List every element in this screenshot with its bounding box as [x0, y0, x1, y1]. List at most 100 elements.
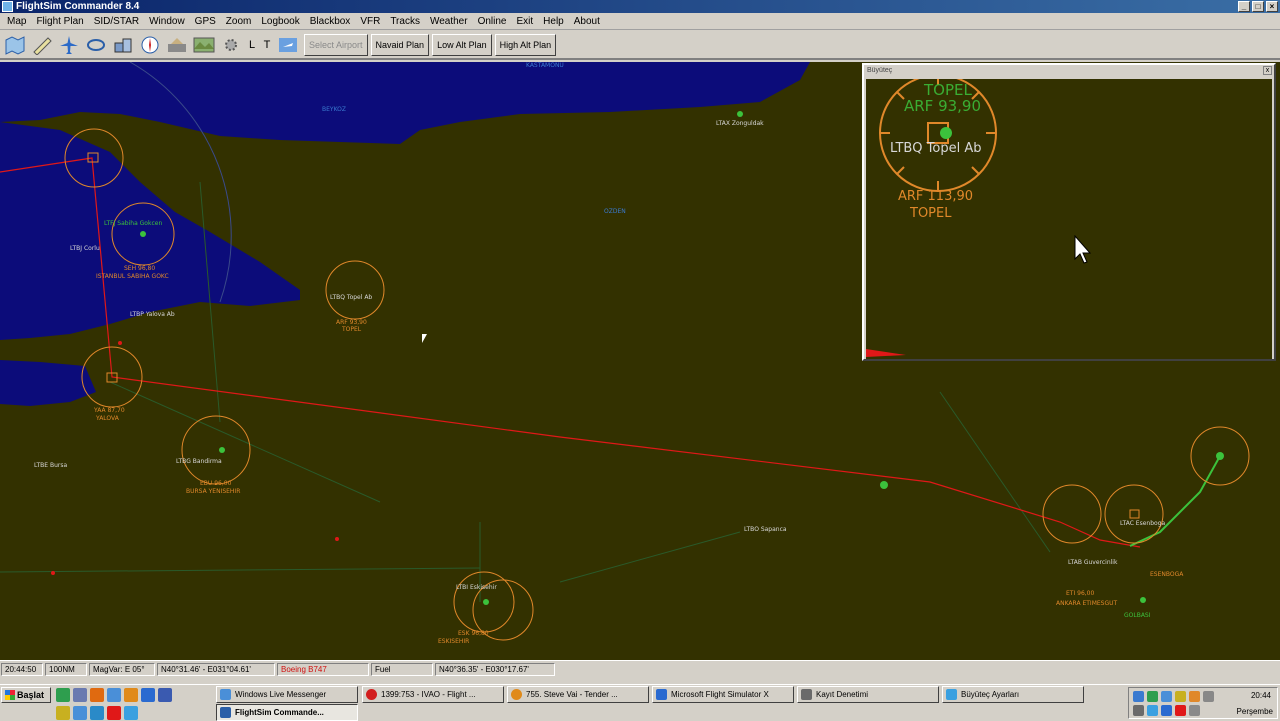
map-label[interactable]: BEYKOZ [322, 106, 346, 113]
map-label[interactable]: EBU 96,00 [200, 480, 231, 487]
map-label[interactable]: ISTANBUL SABIHA GOKC [96, 273, 169, 280]
database-icon[interactable] [110, 32, 136, 57]
map-label[interactable]: LTBP Yalova Ab [130, 311, 175, 318]
map-label[interactable]: ESK 96,80 [458, 630, 489, 637]
map-label[interactable]: LTFJ Sabiha Gokcen [104, 220, 162, 227]
quick-launch-icon[interactable] [124, 706, 138, 720]
map-label[interactable]: ARF 93,90 [336, 319, 367, 326]
tray-app-icon[interactable] [1161, 705, 1172, 716]
title-bar[interactable]: FlightSim Commander 8.4 _ □ × [0, 0, 1280, 13]
task-registry-editor[interactable]: Kayıt Denetimi [797, 686, 939, 703]
settings-icon[interactable] [218, 32, 244, 57]
map-label[interactable]: BURSA YENISEHIR [186, 488, 240, 495]
magnifier-vor-name[interactable]: TOPEL [910, 206, 951, 221]
tray-app-icon[interactable] [1189, 705, 1200, 716]
minimize-button[interactable]: _ [1238, 1, 1250, 12]
map-label[interactable]: LTBQ Topel Ab [330, 294, 372, 301]
menu-tracks[interactable]: Tracks [385, 16, 425, 27]
quick-launch-icon[interactable] [90, 688, 104, 702]
tray-app-icon[interactable] [1161, 691, 1172, 702]
map-label[interactable]: LTBI Eskisehir [456, 584, 497, 591]
quick-launch-icon[interactable] [158, 688, 172, 702]
menu-zoom[interactable]: Zoom [221, 16, 257, 27]
task-magnifier-settings[interactable]: Büyüteç Ayarları [942, 686, 1084, 703]
high-alt-plan-button[interactable]: High Alt Plan [494, 33, 557, 56]
map-label[interactable]: YAA 87,70 [94, 407, 125, 414]
task-flight-simulator-x[interactable]: Microsoft Flight Simulator X [652, 686, 794, 703]
network-icon[interactable] [1133, 691, 1144, 702]
maximize-button[interactable]: □ [1252, 1, 1264, 12]
map-label[interactable]: LTAB Guvercinlik [1068, 559, 1117, 566]
tray-app-icon[interactable] [1175, 705, 1186, 716]
start-button[interactable]: Başlat [1, 687, 51, 703]
menu-help[interactable]: Help [538, 16, 569, 27]
map-label[interactable]: LTBG Bandirma [176, 458, 222, 465]
map-label[interactable]: LTBJ Corlu [70, 245, 100, 252]
low-alt-plan-button[interactable]: Low Alt Plan [432, 33, 492, 56]
quick-launch-icon[interactable] [141, 688, 155, 702]
task-ivao-browser[interactable]: 1399:753 - IVAO - Flight ... [362, 686, 504, 703]
magnifier-title-bar[interactable]: Büyüteç x [864, 65, 1274, 77]
toolbar-letter-l[interactable]: L [245, 32, 259, 57]
map-label[interactable]: ESKISEHIR [438, 638, 469, 645]
quick-launch-icon[interactable] [90, 706, 104, 720]
plane-window-icon[interactable] [275, 32, 301, 57]
map-label[interactable]: LTBO Sapanca [744, 526, 787, 533]
messenger-tray-icon[interactable] [1147, 691, 1158, 702]
magnifier-close-button[interactable]: x [1263, 66, 1272, 75]
quick-launch-icon[interactable] [73, 706, 87, 720]
menu-map[interactable]: Map [2, 16, 31, 27]
quick-launch-icon[interactable] [107, 688, 121, 702]
map-label[interactable]: LTBE Bursa [34, 462, 67, 469]
navaid-plan-button[interactable]: Navaid Plan [370, 33, 430, 56]
map-label[interactable]: YALOVA [96, 415, 119, 422]
quick-launch-icon[interactable] [56, 688, 70, 702]
menu-flight-plan[interactable]: Flight Plan [31, 16, 88, 27]
task-media-player[interactable]: 755. Steve Vai - Tender ... [507, 686, 649, 703]
map-label[interactable]: ANKARA ETIMESGUT [1056, 600, 1117, 607]
map-tool-icon[interactable] [2, 32, 28, 57]
task-windows-live-messenger[interactable]: Windows Live Messenger [216, 686, 358, 703]
select-airport-button[interactable]: Select Airport [304, 33, 368, 56]
terrain-icon[interactable] [191, 32, 217, 57]
tray-clock[interactable]: 20:44 [1251, 691, 1271, 700]
map-label[interactable]: LTAX Zonguldak [716, 120, 764, 127]
menu-gps[interactable]: GPS [190, 16, 221, 27]
map-label[interactable]: ETI 96,00 [1066, 590, 1094, 597]
compass-icon[interactable] [137, 32, 163, 57]
menu-online[interactable]: Online [473, 16, 512, 27]
menu-logbook[interactable]: Logbook [256, 16, 304, 27]
map-label[interactable]: SEH 96,80 [124, 265, 155, 272]
tray-app-icon[interactable] [1147, 705, 1158, 716]
menu-about[interactable]: About [569, 16, 605, 27]
menu-sid-star[interactable]: SID/STAR [89, 16, 144, 27]
quick-launch-icon[interactable] [124, 688, 138, 702]
quick-launch-icon[interactable] [73, 688, 87, 702]
map-label[interactable]: OZDEN [604, 208, 626, 215]
magnifier-airport-label[interactable]: LTBQ Topel Ab [890, 141, 982, 156]
close-button[interactable]: × [1266, 1, 1278, 12]
task-flightsim-commander[interactable]: FlightSim Commande... [216, 704, 358, 721]
tray-app-icon[interactable] [1175, 691, 1186, 702]
map-label[interactable]: LTAC Esenboga [1120, 520, 1165, 527]
map-label[interactable]: ESENBOGA [1150, 571, 1183, 578]
ruler-icon[interactable] [29, 32, 55, 57]
volume-icon[interactable] [1203, 691, 1214, 702]
holding-pattern-icon[interactable] [83, 32, 109, 57]
menu-window[interactable]: Window [144, 16, 190, 27]
menu-exit[interactable]: Exit [511, 16, 538, 27]
menu-vfr[interactable]: VFR [355, 16, 385, 27]
map-label[interactable]: KASTAMONU [526, 62, 564, 69]
tray-app-icon[interactable] [1133, 705, 1144, 716]
toolbar-letter-t[interactable]: T [260, 32, 274, 57]
magnifier-vor-freq[interactable]: ARF 113,90 [898, 189, 973, 204]
quick-launch-icon[interactable] [56, 706, 70, 720]
menu-blackbox[interactable]: Blackbox [305, 16, 356, 27]
airport-icon[interactable] [164, 32, 190, 57]
map-label[interactable]: GOLBASI [1124, 612, 1151, 619]
airplane-icon[interactable] [56, 32, 82, 57]
menu-weather[interactable]: Weather [425, 16, 473, 27]
map-label[interactable]: TOPEL [342, 326, 361, 333]
magnifier-window[interactable]: Büyüteç x TOPEL ARF 93,90 LTBQ Topel Ab … [862, 63, 1276, 361]
tray-app-icon[interactable] [1189, 691, 1200, 702]
